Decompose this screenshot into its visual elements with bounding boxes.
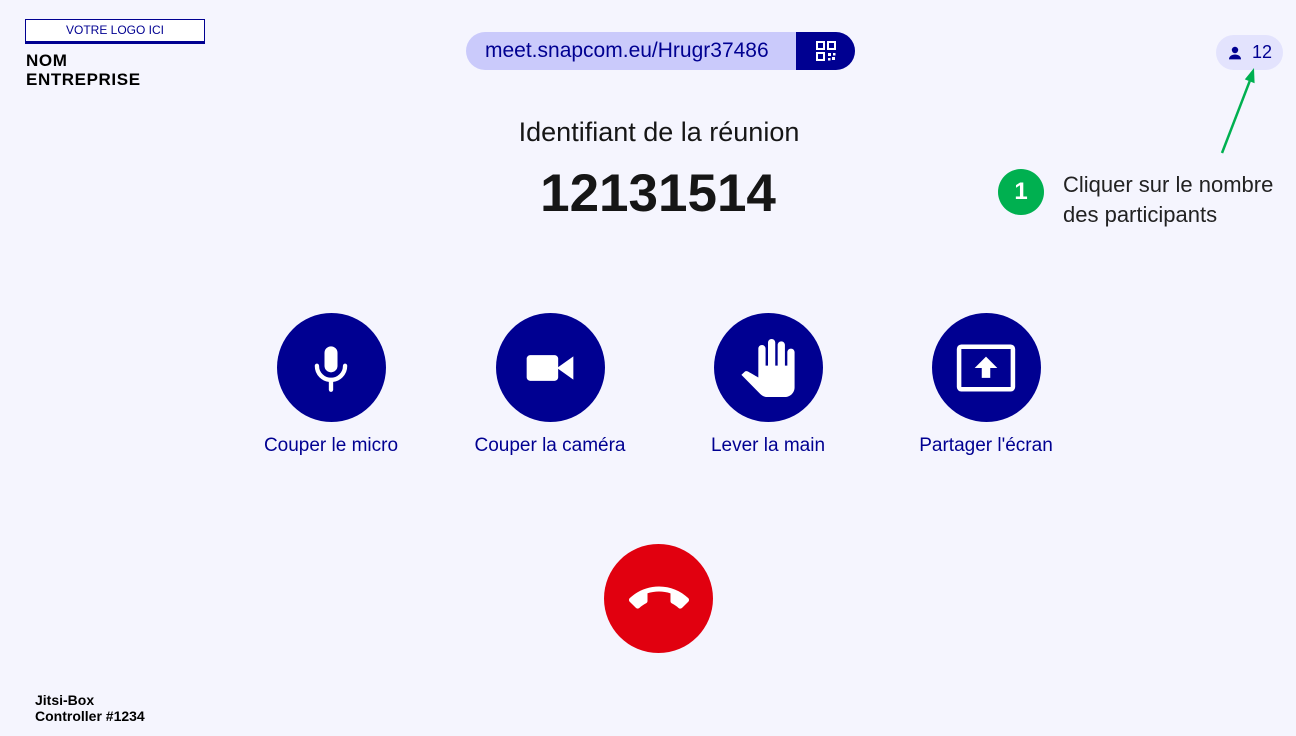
annotation-step-badge: 1 xyxy=(998,169,1044,215)
mute-mic-button[interactable] xyxy=(276,313,386,422)
control-mute-mic: Couper le micro xyxy=(221,313,441,458)
share-screen-icon xyxy=(956,343,1016,392)
phone-hangup-icon xyxy=(628,586,689,609)
raise-hand-button[interactable] xyxy=(713,313,823,422)
mute-camera-button[interactable] xyxy=(495,313,605,422)
mute-mic-label: Couper le micro xyxy=(263,435,399,456)
company-name-line1: NOM xyxy=(26,51,68,70)
qr-code-icon xyxy=(815,41,836,61)
annotation-arrow xyxy=(1220,68,1255,154)
meeting-link-url: meet.snapcom.eu/Hrugr37486 xyxy=(485,39,769,62)
raise-hand-label: Lever la main xyxy=(710,435,826,456)
controller-screen: VOTRE LOGO ICI NOM ENTREPRISE meet.snapc… xyxy=(0,0,1296,736)
participants-count: 12 xyxy=(1251,42,1273,62)
person-icon xyxy=(1227,45,1243,61)
video-camera-icon xyxy=(526,354,574,381)
device-name: Jitsi-Box xyxy=(35,692,95,708)
device-info: Jitsi-Box Controller #1234 xyxy=(35,692,145,724)
logo-placeholder: VOTRE LOGO ICI xyxy=(25,19,205,44)
share-screen-label: Partager l'écran xyxy=(919,435,1053,456)
control-mute-camera: Couper la caméra xyxy=(440,313,660,458)
meeting-id-value: 12131514 xyxy=(540,164,776,223)
raised-hand-icon xyxy=(741,338,795,397)
microphone-icon xyxy=(314,345,348,392)
meeting-link-pill: meet.snapcom.eu/Hrugr37486 xyxy=(466,32,855,70)
company-name: NOM ENTREPRISE xyxy=(26,51,141,89)
controller-id: Controller #1234 xyxy=(35,708,145,724)
control-raise-hand: Lever la main xyxy=(658,313,878,458)
qr-code-button[interactable] xyxy=(796,32,855,70)
mute-camera-label: Couper la caméra xyxy=(474,435,626,456)
hangup-button[interactable] xyxy=(604,544,713,653)
meeting-id-label: Identifiant de la réunion xyxy=(518,117,800,147)
annotation-text: Cliquer sur le nombre des participants xyxy=(1063,170,1273,230)
control-share-screen: Partager l'écran xyxy=(876,313,1096,458)
annotation-text-line1: Cliquer sur le nombre xyxy=(1063,172,1274,197)
company-name-line2: ENTREPRISE xyxy=(26,70,141,89)
annotation-text-line2: des participants xyxy=(1063,202,1218,227)
share-screen-button[interactable] xyxy=(931,313,1041,422)
